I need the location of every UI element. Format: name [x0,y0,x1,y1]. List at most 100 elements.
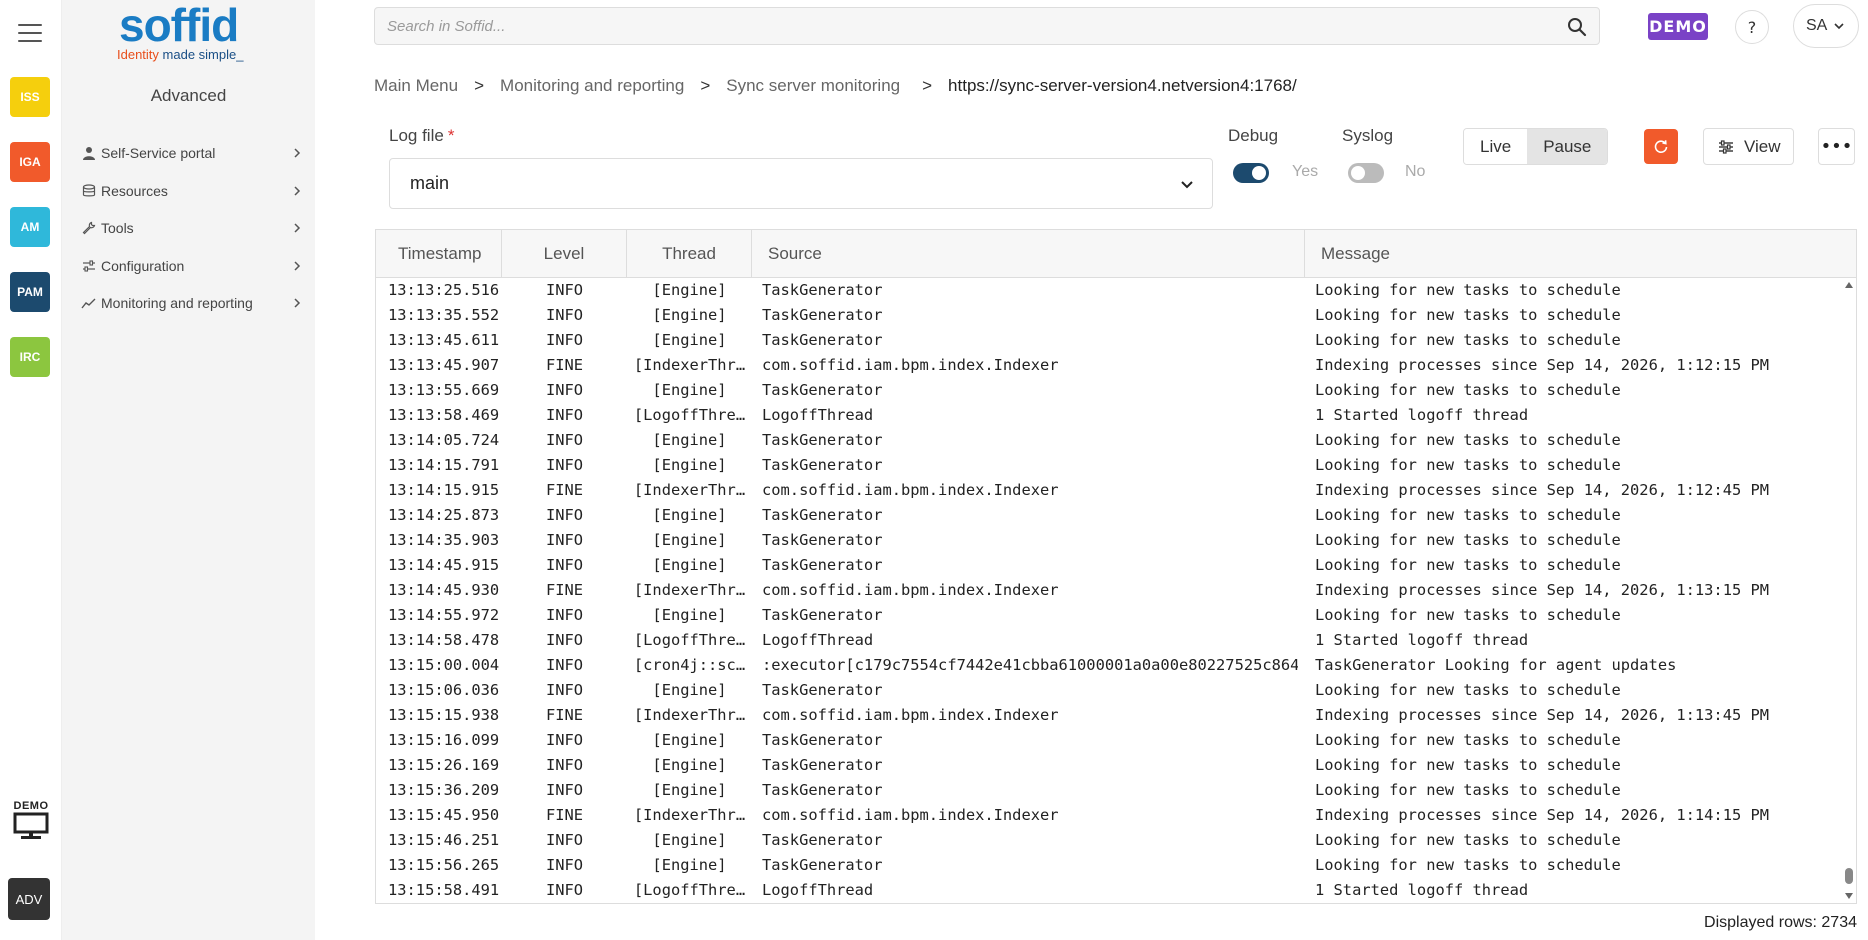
table-row[interactable]: 13:14:05.724 INFO [Engine] TaskGenerator Loo… [376,428,1840,453]
cell-thread: [Engine] [652,731,727,749]
table-row[interactable]: 13:15:15.938 FINE [IndexerThr… com.soffid.i… [376,703,1840,728]
demo-label: DEMO [13,800,49,812]
app-tile-iss[interactable]: ISS [10,77,50,117]
table-row[interactable]: 13:13:55.669 INFO [Engine] TaskGenerator Loo… [376,378,1840,403]
table-row[interactable]: 13:13:35.552 INFO [Engine] TaskGenerator Loo… [376,303,1840,328]
cell-timestamp: 13:13:45.611 [388,331,500,349]
cell-source: TaskGenerator [762,606,883,624]
sidebar-item-resources[interactable]: Resources [80,176,302,206]
cell-timestamp: 13:15:15.938 [388,706,500,724]
cell-message: Looking for new tasks to schedule [1315,431,1621,449]
breadcrumb-monitoring[interactable]: Monitoring and reporting [500,76,684,96]
table-row[interactable]: 13:14:58.478 INFO [LogoffThre… LogoffThread… [376,628,1840,653]
live-button[interactable]: Live [1464,129,1528,164]
table-row[interactable]: 13:14:45.915 INFO [Engine] TaskGenerator Loo… [376,553,1840,578]
search-icon[interactable] [1567,17,1587,37]
more-options-button[interactable]: ••• [1818,128,1855,165]
cell-level: INFO [545,531,584,549]
cell-source: TaskGenerator [762,506,883,524]
refresh-button[interactable] [1644,129,1678,164]
cell-message: Looking for new tasks to schedule [1315,281,1621,299]
cell-message: Looking for new tasks to schedule [1315,306,1621,324]
table-row[interactable]: 13:14:55.972 INFO [Engine] TaskGenerator Loo… [376,603,1840,628]
user-menu-button[interactable]: SA [1793,4,1859,48]
column-header-timestamp[interactable]: Timestamp [376,230,502,277]
table-row[interactable]: 13:14:45.930 FINE [IndexerThr… com.soffid.i… [376,578,1840,603]
view-button[interactable]: View [1703,128,1794,165]
sidebar-item-configuration[interactable]: Configuration [80,251,302,281]
cell-message: Looking for new tasks to schedule [1315,531,1621,549]
table-row[interactable]: 13:14:15.791 INFO [Engine] TaskGenerator Loo… [376,453,1840,478]
table-row[interactable]: 13:14:15.915 FINE [IndexerThr… com.soffid.i… [376,478,1840,503]
table-row[interactable]: 13:13:45.907 FINE [IndexerThr… com.soffid.i… [376,353,1840,378]
table-row[interactable]: 13:15:36.209 INFO [Engine] TaskGenerator Loo… [376,778,1840,803]
app-tile-irc[interactable]: IRC [10,337,50,377]
sidebar-item-label: Monitoring and reporting [101,295,253,311]
chevron-right-icon [294,148,301,158]
search-bar[interactable] [374,7,1600,45]
column-header-level[interactable]: Level [502,230,627,277]
table-row[interactable]: 13:15:16.099 INFO [Engine] TaskGenerator Loo… [376,728,1840,753]
syslog-value: No [1405,163,1426,180]
table-row[interactable]: 13:15:56.265 INFO [Engine] TaskGenerator Loo… [376,853,1840,878]
vertical-scrollbar[interactable] [1842,278,1856,903]
demo-monitor-icon[interactable]: DEMO [10,800,52,846]
log-file-select[interactable]: main [389,158,1213,209]
sliders-icon [80,258,98,274]
help-button[interactable]: ? [1735,10,1769,44]
cell-thread: [Engine] [652,281,727,299]
sidebar-item-self-service-portal[interactable]: Self-Service portal [80,138,302,168]
cell-source: TaskGenerator [762,306,883,324]
app-tile-pam[interactable]: PAM [10,272,50,312]
sidebar-item-monitoring-and-reporting[interactable]: Monitoring and reporting [80,288,302,318]
table-row[interactable]: 13:14:25.873 INFO [Engine] TaskGenerator Loo… [376,503,1840,528]
cell-timestamp: 13:13:45.907 [388,356,500,374]
pause-button[interactable]: Pause [1527,129,1608,164]
cell-thread: [Engine] [652,831,727,849]
search-input[interactable] [375,8,1525,44]
debug-value: Yes [1292,163,1319,180]
cell-thread: [LogoffThre… [633,881,746,899]
scroll-up-arrow[interactable] [1845,282,1853,288]
table-row[interactable]: 13:13:25.516 INFO [Engine] TaskGenerator Loo… [376,278,1840,303]
cell-thread: [Engine] [652,381,727,399]
breadcrumb-sync-server-monitoring[interactable]: Sync server monitoring [726,76,900,96]
column-header-message[interactable]: Message [1305,230,1856,277]
cell-level: FINE [545,481,584,499]
scrollbar-thumb[interactable] [1845,868,1853,884]
table-row[interactable]: 13:15:26.169 INFO [Engine] TaskGenerator Loo… [376,753,1840,778]
scroll-down-arrow[interactable] [1845,893,1853,899]
cell-timestamp: 13:15:16.099 [388,731,500,749]
breadcrumb-main-menu[interactable]: Main Menu [374,76,458,96]
sidebar-item-tools[interactable]: Tools [80,213,302,243]
table-row[interactable]: 13:13:58.469 INFO [LogoffThre… LogoffThread… [376,403,1840,428]
cell-source: :executor[c179c7554cf7442e41cbba61000001… [762,656,1298,674]
cell-timestamp: 13:15:56.265 [388,856,500,874]
table-row[interactable]: 13:15:45.950 FINE [IndexerThr… com.soffid.i… [376,803,1840,828]
column-header-source[interactable]: Source [752,230,1305,277]
app-tile-iga[interactable]: IGA [10,142,50,182]
logo-tagline: Identity made simple_ [117,47,244,62]
chevron-down-icon [1181,181,1193,189]
debug-toggle[interactable] [1233,163,1269,183]
table-row[interactable]: 13:15:00.004 INFO [cron4j::sc…:executor[c1… [376,653,1840,678]
table-row[interactable]: 13:15:06.036 INFO [Engine] TaskGenerator Loo… [376,678,1840,703]
cell-thread: [cron4j::sc… [633,656,746,674]
sidebar-item-label: Tools [101,220,134,236]
syslog-toggle[interactable] [1348,163,1384,183]
soffid-logo[interactable]: soffid Identity made simple_ [117,2,267,64]
cell-level: INFO [545,456,584,474]
cell-message: 1 Started logoff thread [1315,631,1529,649]
cell-source: TaskGenerator [762,556,883,574]
app-tile-am[interactable]: AM [10,207,50,247]
app-tile-adv[interactable]: ADV [8,878,50,920]
log-file-value: main [410,173,450,193]
table-row[interactable]: 13:15:46.251 INFO [Engine] TaskGenerator Loo… [376,828,1840,853]
cell-timestamp: 13:14:35.903 [388,531,500,549]
column-header-thread[interactable]: Thread [627,230,752,277]
table-row[interactable]: 13:13:45.611 INFO [Engine] TaskGenerator Loo… [376,328,1840,353]
table-row[interactable]: 13:14:35.903 INFO [Engine] TaskGenerator Loo… [376,528,1840,553]
hamburger-menu-icon[interactable] [18,24,42,44]
table-row[interactable]: 13:15:58.491 INFO [LogoffThre… LogoffThread… [376,878,1840,903]
cell-source: TaskGenerator [762,531,883,549]
